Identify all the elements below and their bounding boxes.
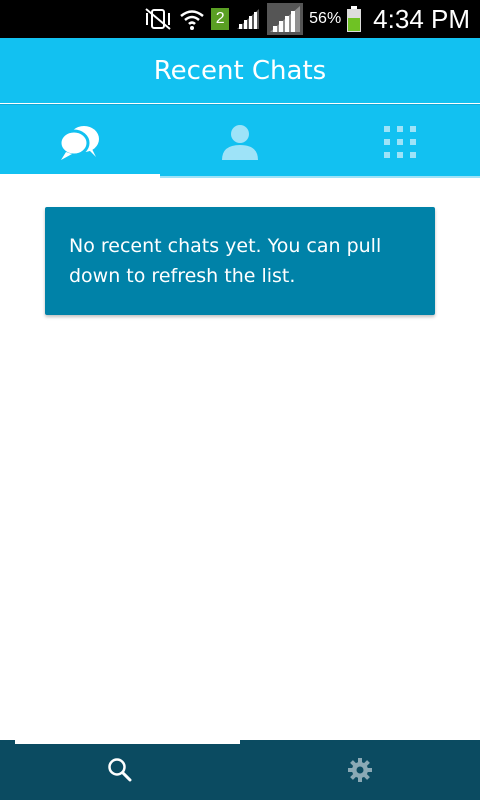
tab-bar: [0, 104, 480, 178]
signal-icon: [237, 9, 260, 29]
signal-icon-2: [267, 3, 304, 35]
grid-dots-icon: [384, 125, 416, 158]
vibrate-mute-icon: [145, 8, 171, 30]
status-icons: 2 56% 4:34 PM: [143, 0, 470, 38]
tab-underline: [160, 176, 480, 178]
settings-button[interactable]: [240, 740, 480, 800]
bottom-bar: [0, 740, 480, 800]
empty-state-message: No recent chats yet. You can pull down t…: [69, 235, 382, 287]
sim-badge: 2: [211, 8, 230, 30]
search-button[interactable]: [0, 740, 240, 800]
bottom-selected-indicator: [15, 740, 240, 744]
battery-icon: [347, 6, 362, 32]
tab-contacts[interactable]: [160, 105, 320, 178]
battery-percent: 56%: [309, 10, 342, 27]
chat-bubbles-icon: [58, 125, 99, 160]
page-title: Recent Chats: [153, 55, 327, 86]
app-bar: Recent Chats: [0, 38, 480, 103]
status-bar: 2 56% 4:34 PM: [0, 0, 480, 38]
search-icon: [108, 758, 132, 782]
tab-chats[interactable]: [0, 105, 160, 178]
status-time: 4:34 PM: [373, 3, 470, 34]
tab-selected-indicator: [0, 174, 160, 178]
tab-grid[interactable]: [320, 105, 480, 178]
empty-state-card: No recent chats yet. You can pull down t…: [45, 207, 435, 315]
contact-person-icon: [222, 124, 258, 160]
gear-icon: [348, 758, 372, 782]
wifi-icon: [180, 10, 204, 30]
